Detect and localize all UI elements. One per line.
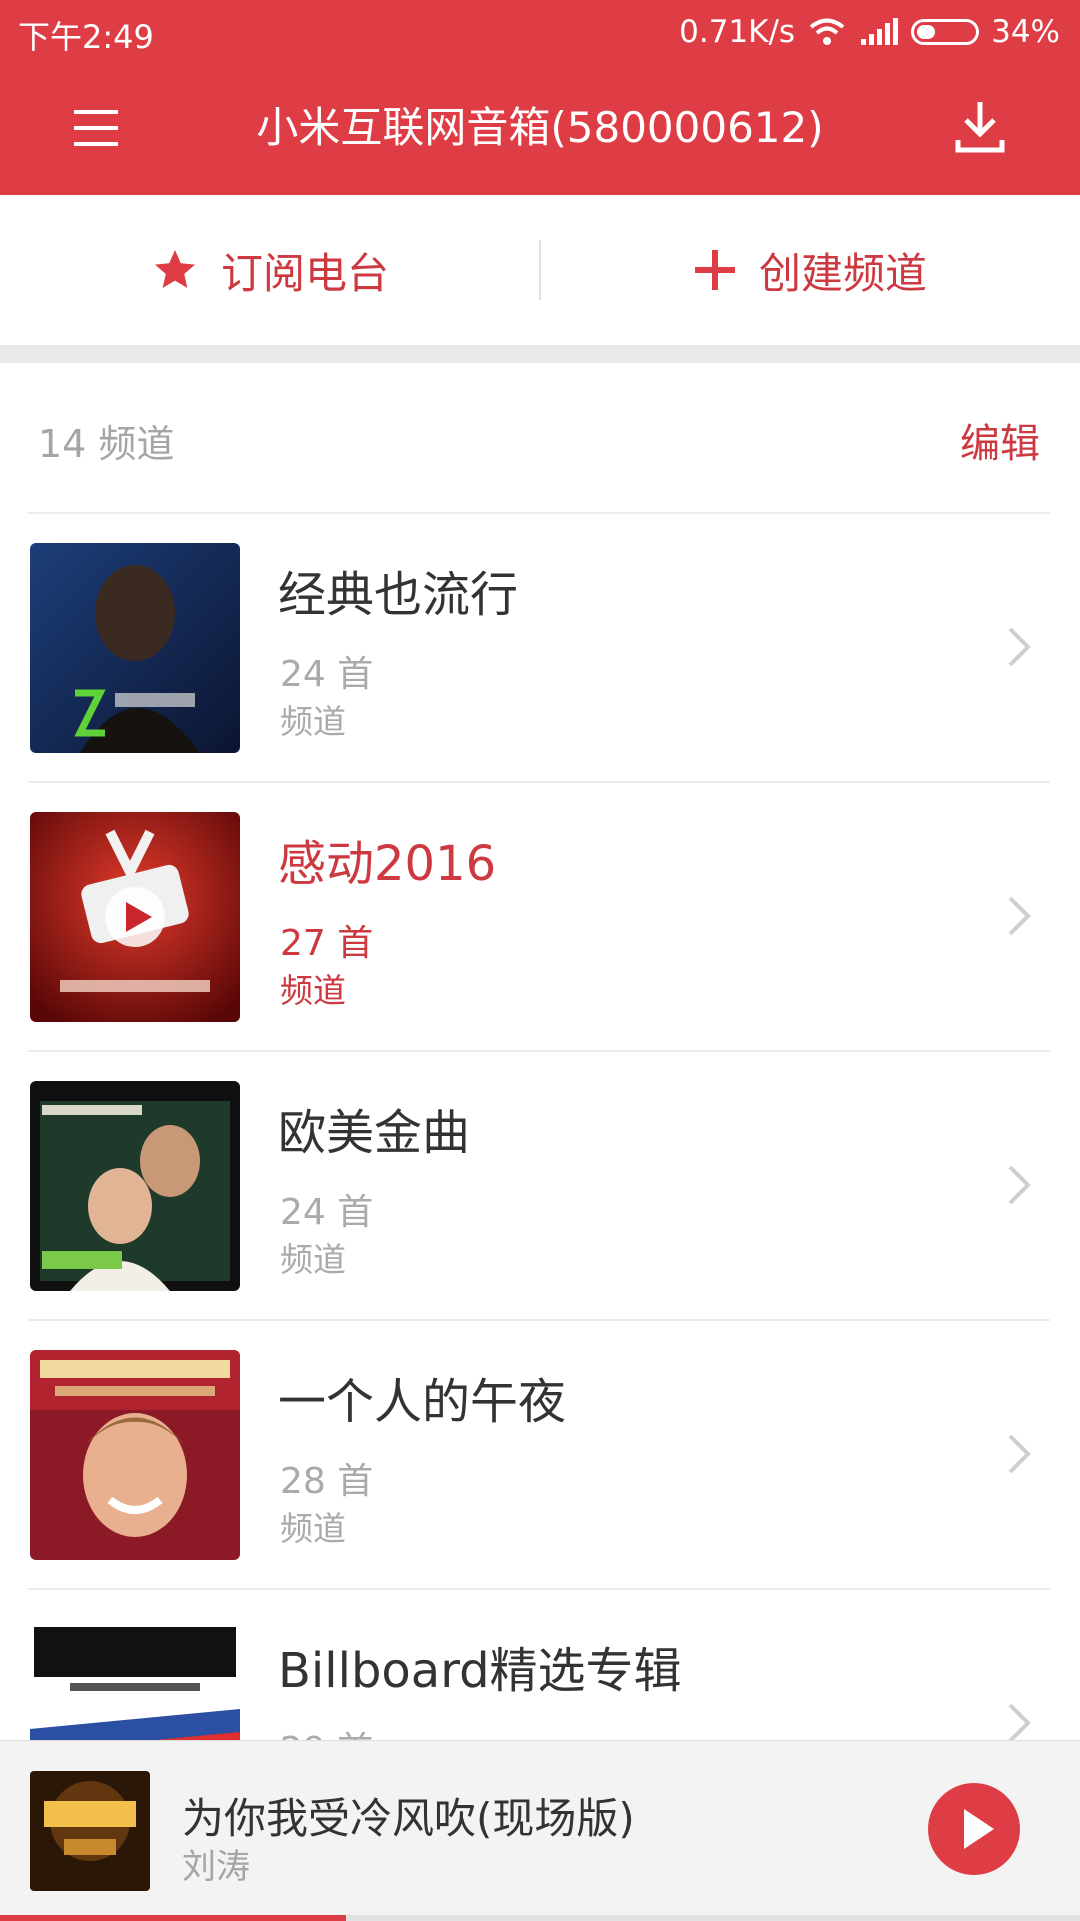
playback-progress-bar[interactable] — [0, 1915, 1080, 1921]
list-header: 14 频道 编辑 — [0, 363, 1080, 513]
playback-progress-fill — [0, 1915, 346, 1921]
channel-title: 欧美金曲 — [278, 1105, 471, 1161]
now-playing-title: 为你我受冷风吹(现场版) — [182, 1794, 635, 1843]
channel-song-count: 27 首 — [280, 923, 374, 964]
chevron-right-icon — [1008, 1165, 1031, 1205]
channel-title: 经典也流行 — [278, 567, 519, 623]
channel-song-count: 24 首 — [280, 1192, 374, 1233]
channel-cover-image — [30, 1081, 240, 1291]
action-bar: 订阅电台 创建频道 — [0, 195, 1080, 345]
channel-row[interactable]: 感动2016 27 首 频道 — [0, 782, 1080, 1050]
channel-title: 一个人的午夜 — [278, 1374, 567, 1430]
channel-type: 频道 — [280, 1509, 346, 1548]
subscribe-radio-button[interactable]: 订阅电台 — [0, 195, 540, 345]
channel-row[interactable]: 一个人的午夜 28 首 频道 — [0, 1320, 1080, 1588]
play-icon — [964, 1809, 994, 1849]
menu-icon[interactable] — [60, 100, 132, 156]
create-label: 创建频道 — [758, 248, 927, 298]
channel-row[interactable]: 经典也流行 24 首 频道 — [0, 513, 1080, 781]
mini-player[interactable]: 为你我受冷风吹(现场版) 刘涛 — [0, 1740, 1080, 1921]
app-header: 下午2:49 0.71K/s 34% 小米互联网音箱(580000612) — [0, 0, 1080, 195]
create-channel-button[interactable]: 创建频道 — [540, 195, 1080, 345]
chevron-right-icon — [1008, 1703, 1031, 1743]
channel-title: Billboard精选专辑 — [278, 1643, 682, 1699]
channel-type: 频道 — [280, 1240, 346, 1279]
channel-count: 14 频道 — [38, 422, 175, 466]
wifi-icon — [809, 18, 845, 45]
channel-type: 频道 — [280, 971, 346, 1010]
plus-icon — [694, 250, 735, 290]
channel-type: 频道 — [280, 702, 346, 741]
signal-icon — [861, 18, 899, 45]
channel-row[interactable]: 欧美金曲 24 首 频道 — [0, 1051, 1080, 1319]
page-title: 小米互联网音箱(580000612) — [256, 103, 824, 152]
chevron-right-icon — [1008, 627, 1031, 667]
now-playing-cover — [30, 1771, 150, 1891]
download-icon[interactable] — [950, 96, 1010, 160]
star-icon — [154, 250, 195, 288]
battery-icon — [911, 19, 980, 45]
channel-cover-image — [30, 812, 240, 1022]
edit-button[interactable]: 编辑 — [960, 411, 1040, 469]
channel-song-count: 24 首 — [280, 654, 374, 695]
subscribe-label: 订阅电台 — [220, 248, 389, 298]
play-button[interactable] — [928, 1783, 1020, 1875]
status-time: 下午2:49 — [18, 18, 154, 56]
chevron-right-icon — [1008, 1434, 1031, 1474]
network-speed: 0.71K/s — [679, 14, 796, 50]
channel-title: 感动2016 — [278, 836, 497, 892]
channel-song-count: 28 首 — [280, 1461, 374, 1502]
channel-cover-image — [30, 1350, 240, 1560]
status-icons: 0.71K/s 34% — [679, 12, 1060, 52]
chevron-right-icon — [1008, 896, 1031, 936]
battery-percent: 34% — [991, 14, 1060, 50]
status-bar: 下午2:49 0.71K/s 34% — [0, 0, 1080, 64]
section-divider — [0, 345, 1080, 363]
now-playing-artist: 刘涛 — [182, 1847, 250, 1887]
channel-cover-image — [30, 543, 240, 753]
